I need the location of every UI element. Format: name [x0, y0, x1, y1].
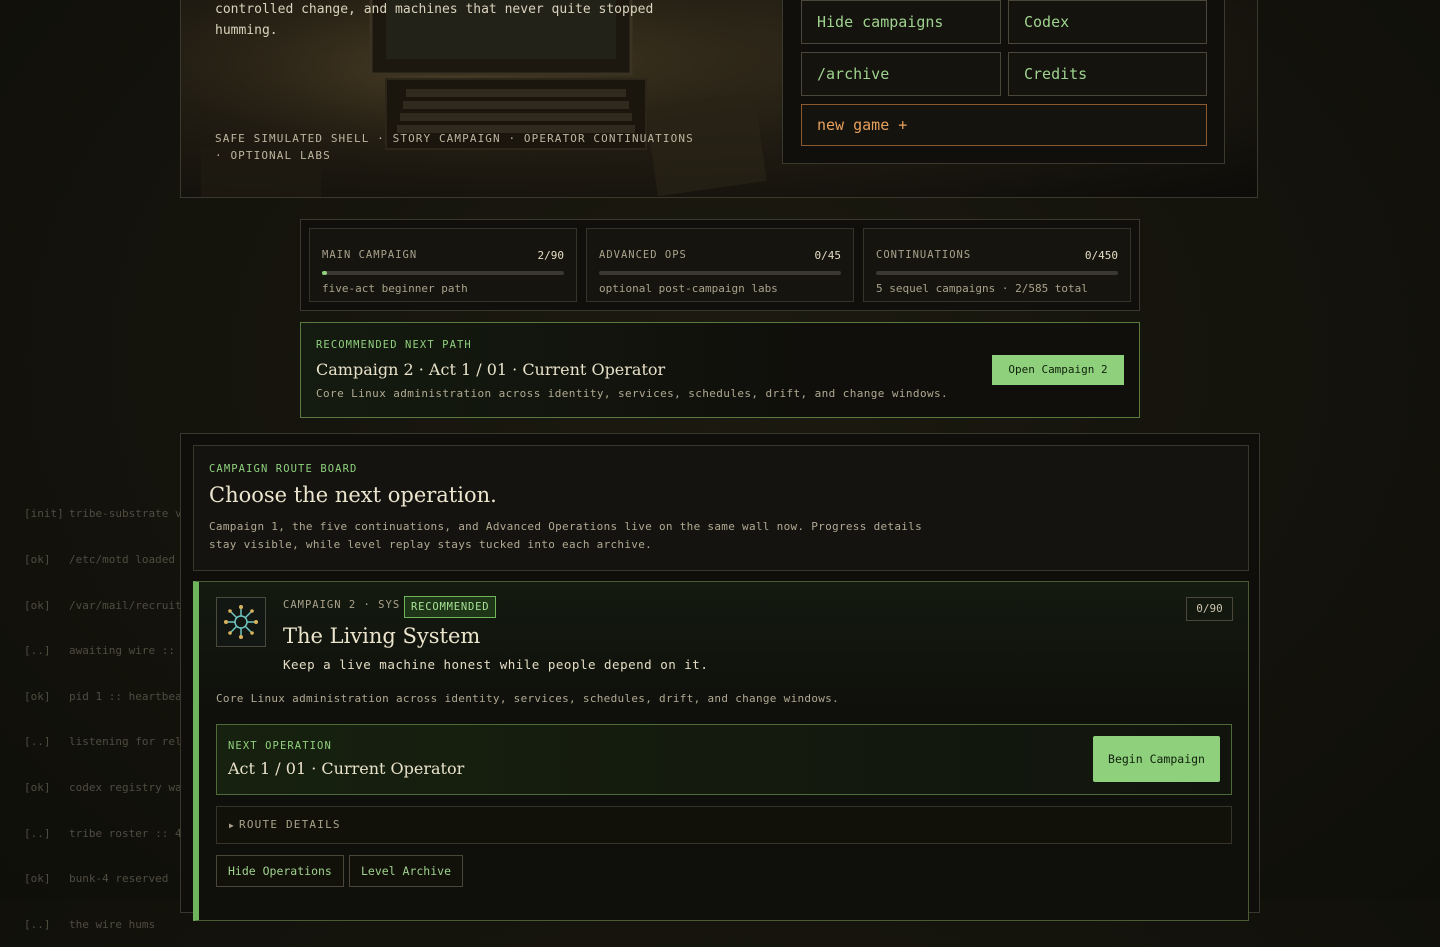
begin-campaign-button[interactable]: Begin Campaign	[1093, 736, 1220, 782]
hero-panel: controlled change, and machines that nev…	[180, 0, 1258, 198]
hero-description-line: humming.	[215, 23, 278, 38]
recommended-next-path: RECOMMENDED NEXT PATH Campaign 2 · Act 1…	[300, 322, 1140, 418]
stat-advanced-ops: ADVANCED OPS 0/45 optional post-campaign…	[586, 228, 854, 302]
board-description: Campaign 1, the five continuations, and …	[209, 520, 923, 551]
route-details-toggle[interactable]: ▶ ROUTE DETAILS	[216, 806, 1232, 844]
boot-log-line: [..] awaiting wire ::	[24, 644, 175, 658]
stat-label: CONTINUATIONS	[876, 249, 972, 261]
board-header: CAMPAIGN ROUTE BOARD Choose the next ope…	[193, 445, 1249, 571]
stat-main-campaign: MAIN CAMPAIGN 2/90 five-act beginner pat…	[309, 228, 577, 302]
boot-log-line: [ok]/var/mail/recruit	[24, 598, 182, 612]
boot-log-line: [ok] pid 1 :: heartbea	[24, 689, 182, 703]
hero-tagline: SAFE SIMULATED SHELL · STORY CAMPAIGN · …	[215, 132, 694, 162]
progress-stats: MAIN CAMPAIGN 2/90 five-act beginner pat…	[300, 219, 1140, 311]
campaign-card: CAMPAIGN 2 · SYS RECOMMENDED 0/90 The Li…	[193, 581, 1249, 921]
boot-log-line: [..] tribe roster :: 4	[24, 826, 182, 840]
boot-log: [init] tribe-substrate v [ok]/etc/motd lo…	[24, 476, 182, 947]
caret-right-icon: ▶	[229, 821, 236, 830]
stat-progress-fill	[322, 271, 328, 275]
credits-button[interactable]: Credits	[1008, 52, 1207, 96]
stat-progress-bar	[322, 271, 564, 275]
recommended-badge: RECOMMENDED	[404, 596, 497, 618]
recommended-description: Core Linux administration across identit…	[316, 387, 949, 400]
hero-description: controlled change, and machines that nev…	[215, 0, 675, 41]
level-archive-button[interactable]: Level Archive	[349, 855, 464, 887]
stat-progress-bar	[599, 271, 841, 275]
next-operation-panel: NEXT OPERATION Act 1 / 01 · Current Oper…	[216, 724, 1232, 795]
open-campaign-button[interactable]: Open Campaign 2	[992, 355, 1124, 385]
stat-progress-bar	[876, 271, 1118, 275]
stat-label: MAIN CAMPAIGN	[322, 249, 418, 261]
boot-log-line: [init] tribe-substrate v	[24, 507, 182, 521]
campaign-tagline: Keep a live machine honest while people …	[283, 657, 709, 672]
boot-log-line: [ok] codex registry wa	[24, 781, 182, 795]
stat-count: 2/90	[537, 249, 565, 262]
campaign-progress-count: 0/90	[1186, 597, 1233, 621]
stat-continuations: CONTINUATIONS 0/450 5 sequel campaigns ·…	[863, 228, 1131, 302]
recommended-title: Campaign 2 · Act 1 / 01 · Current Operat…	[316, 360, 666, 379]
board-title: Choose the next operation.	[209, 483, 497, 507]
route-details-label: ROUTE DETAILS	[239, 818, 341, 831]
hide-operations-button[interactable]: Hide Operations	[216, 855, 344, 887]
codex-button[interactable]: Codex	[1008, 0, 1207, 44]
main-menu: Hide campaigns Codex /archive Credits ne…	[782, 0, 1225, 164]
network-hub-icon	[216, 597, 266, 647]
board-kicker: CAMPAIGN ROUTE BOARD	[209, 463, 358, 475]
boot-log-line: [..] the wire hums	[24, 917, 156, 931]
boot-log-line: [ok] bunk-4 reserved	[24, 872, 169, 886]
stat-count: 0/45	[814, 249, 842, 262]
next-operation-kicker: NEXT OPERATION	[228, 740, 332, 752]
hide-campaigns-button[interactable]: Hide campaigns	[801, 0, 1001, 44]
campaign-route-board: CAMPAIGN ROUTE BOARD Choose the next ope…	[180, 433, 1260, 921]
stat-subtitle: 5 sequel campaigns · 2/585 total	[876, 282, 1088, 295]
stat-count: 0/450	[1084, 249, 1118, 262]
new-game-plus-button[interactable]: new game +	[801, 104, 1207, 146]
stat-label: ADVANCED OPS	[599, 249, 687, 261]
stat-subtitle: optional post-campaign labs	[599, 282, 778, 295]
next-operation-title: Act 1 / 01 · Current Operator	[228, 759, 465, 778]
hero-description-line: controlled change, and machines that nev…	[215, 2, 654, 17]
campaign-meta: CAMPAIGN 2 · SYS	[283, 599, 401, 611]
recommended-kicker: RECOMMENDED NEXT PATH	[316, 339, 472, 351]
boot-log-line: [ok]/etc/motd loaded	[24, 553, 175, 567]
campaign-description: Core Linux administration across identit…	[216, 692, 840, 705]
boot-log-line: [..] listening for rel	[24, 735, 182, 749]
stat-subtitle: five-act beginner path	[322, 282, 468, 295]
campaign-title: The Living System	[283, 624, 481, 648]
archive-button[interactable]: /archive	[801, 52, 1001, 96]
